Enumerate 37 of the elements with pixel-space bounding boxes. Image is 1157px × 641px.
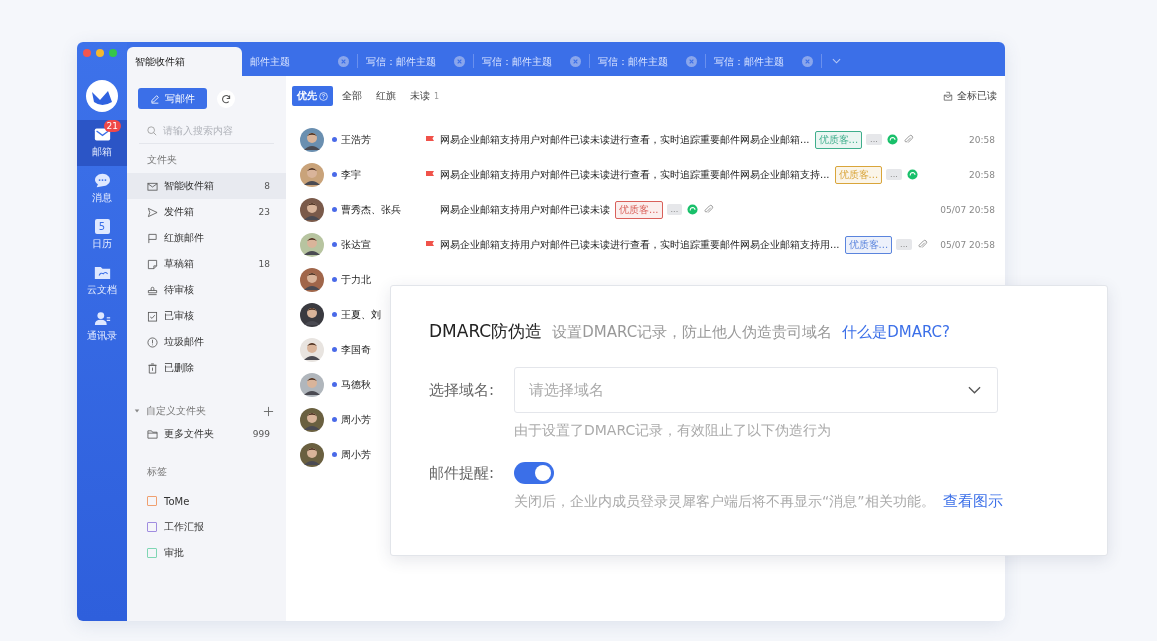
mail-tag: 优质客... bbox=[615, 200, 663, 219]
mail-tag: 优质客... bbox=[834, 165, 883, 184]
folder-count: 18 bbox=[258, 259, 270, 269]
sender-name: 李国奇 bbox=[341, 342, 372, 357]
mail-tag: 优质客... bbox=[814, 130, 863, 149]
mail-tag: 优质客... bbox=[844, 235, 893, 254]
field-label: 邮件提醒: bbox=[429, 463, 496, 483]
hint-text: 由于设置了DMARC记录，有效阻止了以下伪造行为 bbox=[514, 422, 833, 440]
mail-time: 20:58 bbox=[969, 169, 995, 180]
sender-name: 王浩芳 bbox=[341, 132, 372, 147]
mail-subject: 网易企业邮箱支持用户对邮件已读未读进行查看，实时追踪重要邮件网易企业邮箱支持用... bbox=[440, 237, 840, 252]
hint-text: 关闭后，企业内成员登录灵犀客户端后将不再显示“消息”相关功能。 bbox=[514, 493, 935, 511]
sender-name: 张达宣 bbox=[341, 237, 372, 252]
sender-name: 李宇 bbox=[341, 167, 362, 182]
folder-count: 8 bbox=[264, 181, 270, 191]
sender-name: 王夏、刘 bbox=[341, 307, 382, 322]
panel-title: DMARC防伪造 bbox=[429, 320, 543, 343]
mail-subject: 网易企业邮箱支持用户对邮件已读未读 bbox=[440, 202, 610, 217]
sender-name: 周小芳 bbox=[341, 447, 372, 462]
mail-time: 20:58 bbox=[969, 134, 995, 145]
calendar-icon: 5 bbox=[94, 219, 110, 234]
section-heading: 自定义文件夹 bbox=[146, 404, 207, 418]
sender-name: 周小芳 bbox=[341, 412, 372, 427]
panel-description: 设置DMARC记录，防止他人伪造贵司域名 bbox=[552, 323, 833, 342]
folder-count: 999 bbox=[252, 429, 270, 439]
section-heading: 标签 bbox=[146, 465, 168, 479]
unread-badge: 21 bbox=[103, 120, 121, 132]
mail-subject: 网易企业邮箱支持用户对邮件已读未读进行查看，实时追踪重要邮件网易企业邮箱支持... bbox=[440, 167, 830, 182]
section-heading: 文件夹 bbox=[146, 153, 178, 167]
sender-name: 马德秋 bbox=[341, 377, 372, 392]
mail-time: 05/07 20:58 bbox=[940, 239, 995, 250]
sender-name: 曹秀杰、张兵 bbox=[341, 202, 402, 217]
folder-count: 23 bbox=[258, 207, 270, 217]
mail-time: 05/07 20:58 bbox=[940, 204, 995, 215]
field-label: 选择域名: bbox=[429, 380, 496, 400]
mail-subject: 网易企业邮箱支持用户对邮件已读未读进行查看，实时追踪重要邮件网易企业邮箱... bbox=[440, 132, 810, 147]
sender-name: 于力北 bbox=[341, 272, 372, 287]
